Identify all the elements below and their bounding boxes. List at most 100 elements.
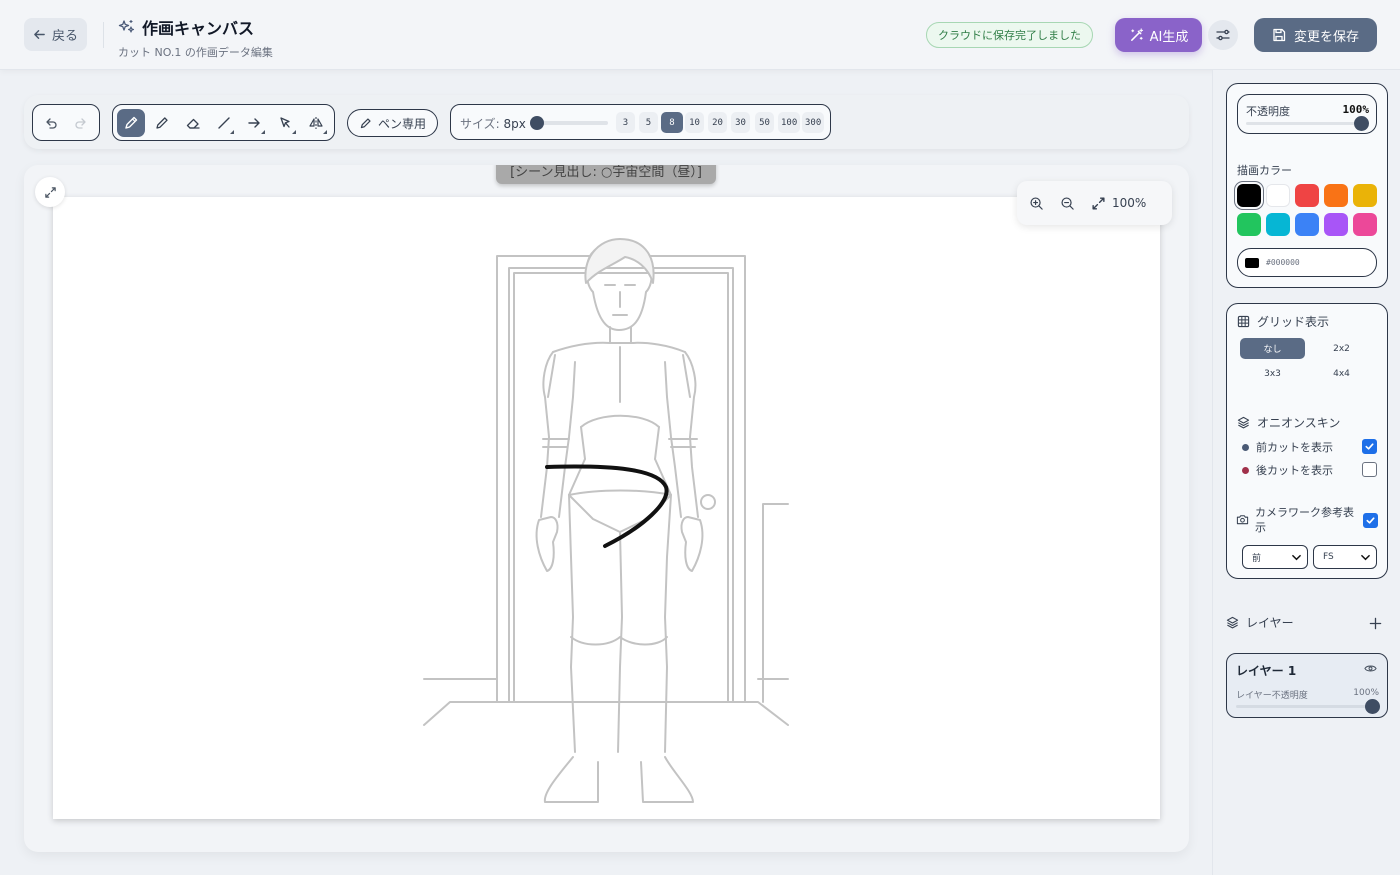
brush-size-value: 8px [503, 117, 526, 131]
sliders-icon [1216, 29, 1230, 41]
grid-option-button[interactable]: 4x4 [1309, 363, 1374, 384]
size-preset-button[interactable]: 50 [755, 112, 774, 133]
layer-item[interactable]: レイヤー 1 レイヤー不透明度 100% [1226, 653, 1388, 718]
submenu-indicator [230, 129, 235, 134]
size-preset-button[interactable]: 10 [685, 112, 704, 133]
layers-header: レイヤー [1226, 614, 1386, 631]
color-swatch[interactable] [1295, 213, 1319, 236]
cursor-icon [280, 116, 290, 128]
back-button[interactable]: 戻る [24, 18, 87, 51]
layers-label: レイヤー [1246, 616, 1294, 630]
settings-button[interactable] [1208, 20, 1238, 50]
title-block: 作画キャンバス カット NO.1 の作画データ編集 [118, 15, 273, 60]
layer-opacity-slider-thumb[interactable] [1365, 699, 1380, 714]
next-cut-color-dot [1242, 466, 1249, 474]
ai-generate-button[interactable]: AI生成 [1115, 18, 1202, 52]
size-preset-button[interactable]: 8 [661, 112, 683, 133]
size-preset-button[interactable]: 3 [616, 112, 635, 133]
add-layer-button[interactable] [1364, 612, 1386, 634]
save-changes-label: 変更を保存 [1293, 29, 1359, 45]
color-swatch[interactable] [1266, 213, 1290, 236]
fit-to-screen-icon[interactable] [1091, 196, 1106, 211]
onion-prev-row: 前カットを表示 [1242, 439, 1333, 455]
checkmark-icon [1366, 517, 1375, 524]
drawing-paper[interactable] [53, 197, 1160, 819]
zoom-out-icon[interactable] [1060, 196, 1075, 211]
color-swatch[interactable] [1353, 213, 1377, 236]
size-preset-button[interactable]: 100 [778, 112, 801, 133]
redo-button[interactable] [68, 109, 96, 137]
onion-next-row: 後カットを表示 [1242, 462, 1333, 478]
hex-color-input[interactable]: #000000 [1237, 248, 1377, 277]
grid-option-button[interactable]: 2x2 [1309, 338, 1374, 359]
brush-size-slider[interactable] [538, 121, 608, 125]
color-swatch[interactable] [1237, 184, 1261, 207]
color-swatch[interactable] [1266, 184, 1290, 207]
camera-shot-select[interactable]: FS [1313, 545, 1377, 569]
pencil-tool-button[interactable] [148, 109, 176, 137]
size-preset-button[interactable]: 300 [802, 112, 825, 133]
pen-only-toggle[interactable]: ペン専用 [347, 109, 438, 137]
fullscreen-button[interactable] [35, 177, 65, 207]
color-swatch[interactable] [1295, 184, 1319, 207]
onion-skin-header: オニオンスキン [1237, 414, 1340, 431]
opacity-slider-thumb[interactable] [1354, 116, 1369, 131]
zoom-in-icon[interactable] [1029, 196, 1044, 211]
zoom-controls: 100% [1017, 181, 1172, 225]
color-swatch[interactable] [1353, 184, 1377, 207]
user-pen-stroke [545, 464, 669, 548]
flip-tool-button[interactable] [302, 109, 330, 137]
arrow-tool-button[interactable] [240, 109, 268, 137]
page-subtitle: カット NO.1 の作画データ編集 [118, 46, 273, 59]
opacity-label: 不透明度 [1246, 105, 1290, 118]
layer-opacity-slider[interactable] [1236, 705, 1376, 708]
line-tool-button[interactable] [210, 109, 238, 137]
brush-size-slider-thumb[interactable] [530, 116, 544, 130]
header-bar: 戻る 作画キャンバス カット NO.1 の作画データ編集 クラウドに保存完了しま… [0, 0, 1400, 70]
save-changes-button[interactable]: 変更を保存 [1254, 18, 1377, 52]
grid-label: グリッド表示 [1257, 315, 1330, 329]
flip-horizontal-icon [309, 116, 323, 129]
zoom-level: 100% [1112, 196, 1147, 210]
size-preset-button[interactable]: 5 [639, 112, 658, 133]
color-swatch[interactable] [1324, 184, 1348, 207]
pen-icon [360, 117, 371, 128]
camera-work-header: カメラワーク参考表示 [1236, 505, 1354, 535]
hex-color-value: #000000 [1266, 258, 1300, 267]
color-swatch[interactable] [1324, 213, 1348, 236]
grid-option-button[interactable]: 3x3 [1240, 363, 1305, 384]
prev-cut-color-dot [1242, 443, 1249, 451]
opacity-control: 不透明度 100% [1237, 94, 1377, 134]
size-preset-button[interactable]: 20 [708, 112, 727, 133]
camera-direction-select[interactable]: 前 [1242, 545, 1308, 569]
camera-work-label: カメラワーク参考表示 [1255, 506, 1354, 534]
eraser-tool-button[interactable] [179, 109, 207, 137]
chevron-down-icon [1361, 554, 1370, 561]
onion-next-checkbox[interactable] [1362, 462, 1377, 477]
color-swatch[interactable] [1237, 213, 1261, 236]
floppy-disk-icon [1273, 28, 1286, 42]
pen-tool-button[interactable] [117, 108, 145, 137]
ai-generate-label: AI生成 [1149, 29, 1189, 45]
grid-section-header: グリッド表示 [1237, 313, 1329, 330]
pencil-icon [156, 116, 168, 129]
chevron-down-icon [1292, 554, 1301, 561]
submenu-indicator [261, 129, 266, 134]
submenu-indicator [323, 129, 328, 134]
canvas-area: [シーン見出し: ○宇宙空間（昼）] 100% [24, 165, 1189, 852]
arrow-right-icon [248, 117, 261, 128]
onion-prev-checkbox[interactable] [1362, 439, 1377, 454]
layers-icon [1226, 616, 1239, 629]
select-tool-button[interactable] [271, 109, 299, 137]
layers-icon [1237, 416, 1250, 429]
undo-button[interactable] [37, 109, 65, 137]
eye-icon[interactable] [1364, 663, 1377, 674]
expand-icon [44, 186, 56, 198]
size-preset-button[interactable]: 30 [731, 112, 750, 133]
layer-opacity-label: レイヤー不透明度 [1236, 691, 1308, 701]
magic-wand-icon [1130, 27, 1143, 41]
camera-work-checkbox[interactable] [1363, 513, 1378, 528]
grid-icon [1237, 315, 1250, 328]
opacity-slider[interactable] [1246, 122, 1366, 125]
grid-option-button[interactable]: なし [1240, 338, 1305, 359]
